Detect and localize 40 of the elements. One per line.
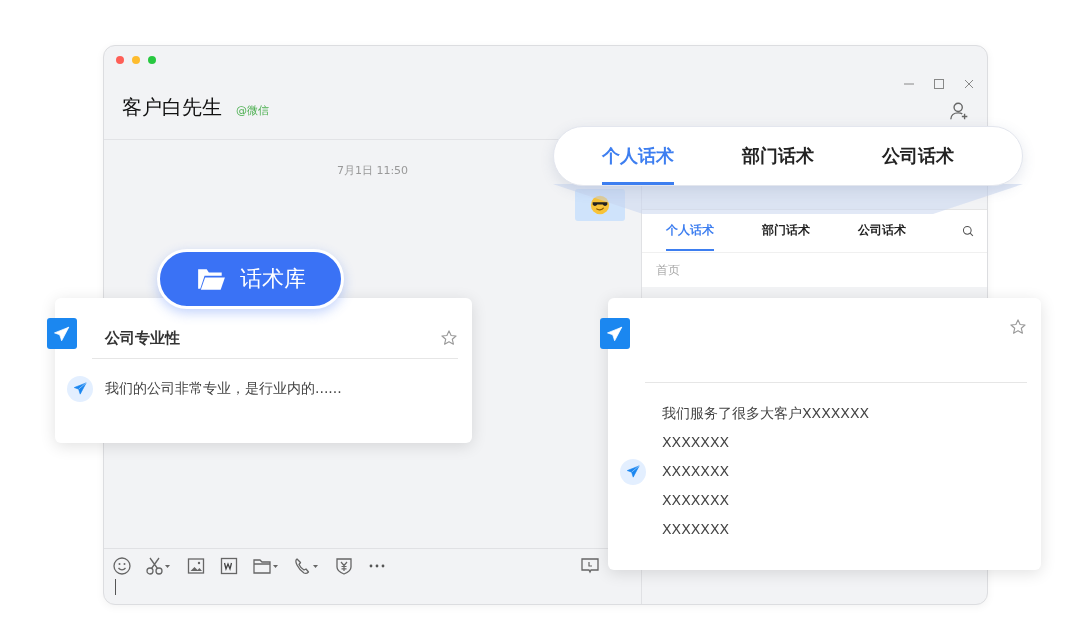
tab[interactable]: 部门话术 <box>742 127 814 185</box>
close-icon[interactable] <box>963 78 975 90</box>
maximize-icon[interactable] <box>933 78 945 90</box>
paper-plane-icon <box>53 324 71 343</box>
tab[interactable]: 部门话术 <box>762 211 810 251</box>
tab[interactable]: 个人话术 <box>602 127 674 185</box>
tab[interactable]: 个人话术 <box>666 211 714 251</box>
send-icon[interactable] <box>67 375 93 402</box>
smiley-icon[interactable] <box>112 556 132 576</box>
sunglasses-emoji-icon <box>589 194 611 216</box>
minimize-dot[interactable] <box>132 56 140 64</box>
search-icon[interactable] <box>961 224 975 238</box>
close-dot[interactable] <box>116 56 124 64</box>
card-title: 公司专业性 <box>105 328 180 348</box>
message-timestamp: 7月1日 11:50 <box>335 163 410 178</box>
window-title: 客户白先生 <box>122 94 222 121</box>
script-text: XXXXXXX <box>662 520 731 539</box>
star-icon[interactable] <box>1009 318 1027 336</box>
folder-icon[interactable] <box>252 556 280 576</box>
image-icon[interactable] <box>186 556 206 576</box>
script-text: 我们服务了很多大客户XXXXXXX <box>662 404 870 423</box>
folder-icon <box>195 266 226 292</box>
phone-icon[interactable] <box>293 556 321 576</box>
paper-plane-icon <box>606 324 624 343</box>
script-text: XXXXXXX <box>662 462 731 481</box>
script-text: XXXXXXX <box>662 433 731 452</box>
star-icon[interactable] <box>440 329 458 347</box>
script-text: 我们的公司非常专业，是行业内的...... <box>105 379 342 398</box>
send-icon[interactable] <box>620 458 646 485</box>
tab[interactable]: 公司话术 <box>882 127 954 185</box>
script-library-button[interactable]: 话术库 <box>157 249 344 309</box>
tab[interactable]: 公司话术 <box>858 211 906 251</box>
paper-plane-icon <box>625 464 641 479</box>
maximize-dot[interactable] <box>148 56 156 64</box>
yen-shield-icon[interactable] <box>334 556 354 576</box>
paper-plane-icon <box>72 381 88 396</box>
scissors-icon[interactable] <box>145 556 173 576</box>
script-text: XXXXXXX <box>662 491 731 510</box>
word-document-icon[interactable] <box>219 556 239 576</box>
channel-label: @微信 <box>236 103 269 118</box>
